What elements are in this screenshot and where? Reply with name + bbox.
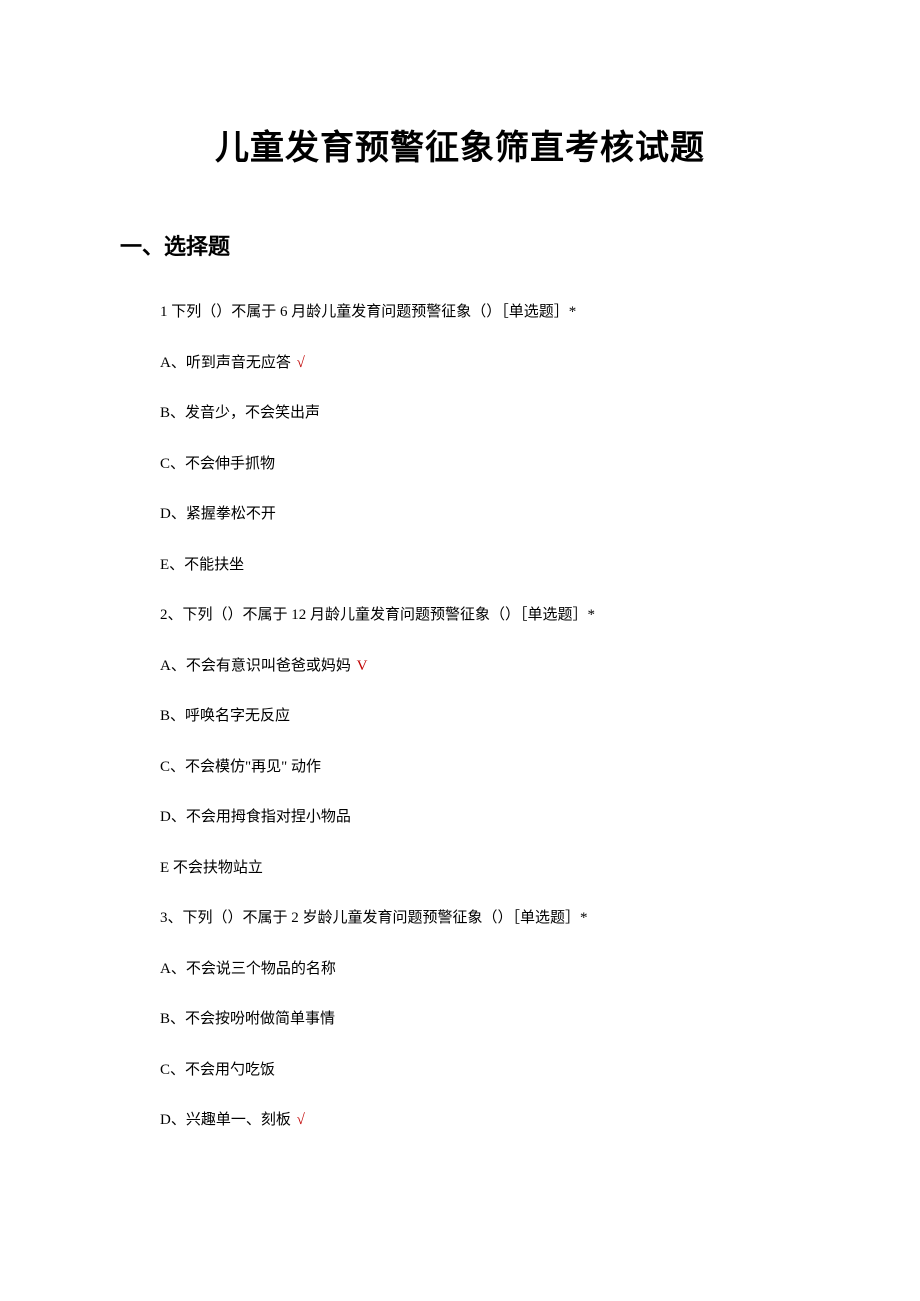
option-label: A、听到声音无应答: [160, 355, 291, 371]
option-label: E 不会扶物站立: [160, 860, 263, 876]
option-label: C、不会模仿"再见" 动作: [160, 759, 321, 775]
section-heading: 一、选择题: [120, 229, 800, 261]
question-stem: 3、下列（）不属于 2 岁龄儿童发育问题预警征象（）［单选题］*: [160, 907, 800, 930]
page-title: 儿童发育预警征象筛直考核试题: [120, 120, 800, 169]
option-a: A、不会有意识叫爸爸或妈妈 V: [160, 655, 800, 678]
option-b: B、发音少，不会笑出声: [160, 402, 800, 425]
option-b: B、不会按吩咐做简单事情: [160, 1008, 800, 1031]
option-label: B、呼唤名字无反应: [160, 708, 290, 724]
option-label: A、不会有意识叫爸爸或妈妈: [160, 658, 351, 674]
question-3: 3、下列（）不属于 2 岁龄儿童发育问题预警征象（）［单选题］* A、不会说三个…: [120, 907, 800, 1132]
option-label: B、不会按吩咐做简单事情: [160, 1011, 335, 1027]
option-label: A、不会说三个物品的名称: [160, 961, 336, 977]
option-label: B、发音少，不会笑出声: [160, 405, 320, 421]
option-d: D、兴趣单一、刻板 √: [160, 1109, 800, 1132]
option-label: C、不会用勺吃饭: [160, 1062, 275, 1078]
option-d: D、紧握拳松不开: [160, 503, 800, 526]
option-label: D、紧握拳松不开: [160, 506, 276, 522]
option-label: E、不能扶坐: [160, 557, 244, 573]
option-e: E 不会扶物站立: [160, 857, 800, 880]
correct-mark-icon: √: [297, 355, 305, 371]
option-e: E、不能扶坐: [160, 554, 800, 577]
correct-mark-icon: √: [297, 1112, 305, 1128]
question-1: 1 下列（）不属于 6 月龄儿童发育问题预警征象（）［单选题］* A、听到声音无…: [120, 301, 800, 576]
option-label: C、不会伸手抓物: [160, 456, 275, 472]
option-c: C、不会模仿"再见" 动作: [160, 756, 800, 779]
option-c: C、不会伸手抓物: [160, 453, 800, 476]
option-label: D、不会用拇食指对捏小物品: [160, 809, 351, 825]
question-2: 2、下列（）不属于 12 月龄儿童发育问题预警征象（）［单选题］* A、不会有意…: [120, 604, 800, 879]
question-stem: 1 下列（）不属于 6 月龄儿童发育问题预警征象（）［单选题］*: [160, 301, 800, 324]
option-d: D、不会用拇食指对捏小物品: [160, 806, 800, 829]
option-c: C、不会用勺吃饭: [160, 1059, 800, 1082]
option-a: A、听到声音无应答 √: [160, 352, 800, 375]
correct-mark-icon: V: [357, 658, 368, 674]
option-a: A、不会说三个物品的名称: [160, 958, 800, 981]
option-b: B、呼唤名字无反应: [160, 705, 800, 728]
question-stem: 2、下列（）不属于 12 月龄儿童发育问题预警征象（）［单选题］*: [160, 604, 800, 627]
option-label: D、兴趣单一、刻板: [160, 1112, 291, 1128]
